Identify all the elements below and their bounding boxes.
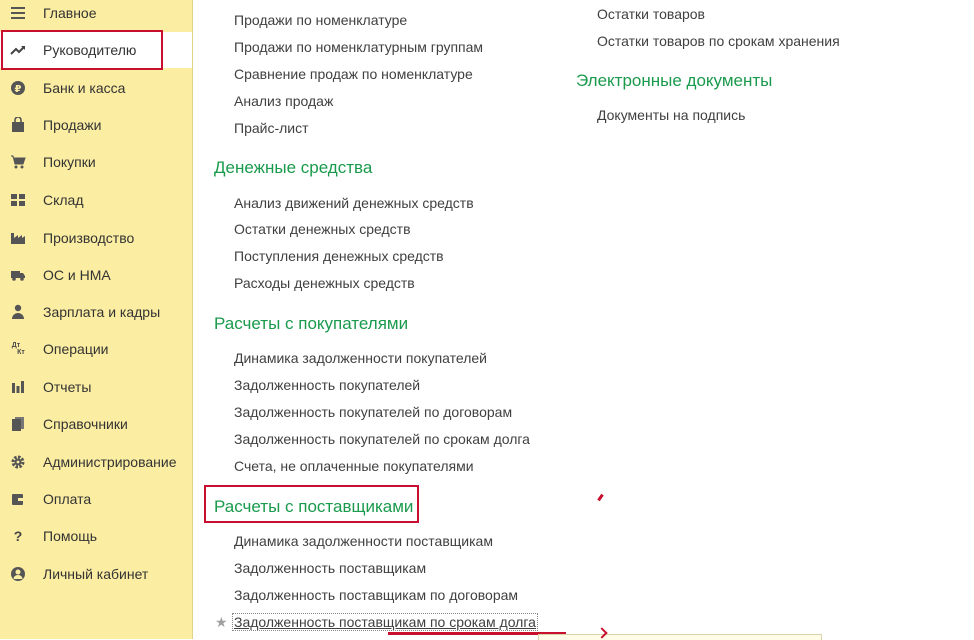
sidebar-item-sales[interactable]: Продажи	[0, 110, 192, 140]
report-link[interactable]: Анализ движений денежных средств	[234, 195, 474, 211]
report-link[interactable]: Расходы денежных средств	[234, 275, 415, 291]
sidebar-item-label: Справочники	[43, 416, 128, 432]
sidebar-item-help[interactable]: ? Помощь	[0, 521, 192, 551]
tooltip-edge	[538, 634, 822, 640]
user-circle-icon	[10, 566, 26, 582]
dt-kt-icon: Дт Кт	[11, 342, 25, 356]
report-link[interactable]: Остатки товаров по срокам хранения	[597, 33, 840, 49]
section-title-money: Денежные средства	[214, 158, 373, 177]
report-link[interactable]: Задолженность поставщикам по договорам	[234, 587, 518, 603]
report-link[interactable]: Динамика задолженности покупателей	[234, 350, 487, 366]
books-icon	[10, 416, 26, 432]
report-link[interactable]: Продажи по номенклатурным группам	[234, 39, 483, 55]
highlight-box-suppliers	[204, 485, 419, 523]
sidebar-item-directories[interactable]: Справочники	[0, 409, 192, 439]
person-icon	[10, 304, 26, 320]
main-content: Продажи по номенклатуре Продажи по номен…	[193, 0, 974, 640]
report-link[interactable]: Остатки товаров	[597, 6, 705, 22]
sidebar-item-payment[interactable]: Оплата	[0, 484, 192, 514]
report-link[interactable]: Остатки денежных средств	[234, 221, 411, 237]
star-icon[interactable]: ★	[215, 614, 228, 631]
sidebar-item-label: ОС и НМА	[43, 267, 111, 283]
sidebar-item-fixed-assets[interactable]: ОС и НМА	[0, 260, 192, 290]
report-link[interactable]: Сравнение продаж по номенклатуре	[234, 66, 473, 82]
report-link[interactable]: Задолженность поставщикам	[234, 560, 426, 576]
bar-chart-icon	[10, 379, 26, 395]
sidebar-item-reports[interactable]: Отчеты	[0, 372, 192, 402]
sidebar-item-label: Продажи	[43, 117, 102, 133]
sidebar-item-account[interactable]: Личный кабинет	[0, 559, 192, 589]
sidebar-item-label: Банк и касса	[43, 80, 126, 96]
report-link[interactable]: Продажи по номенклатуре	[234, 12, 407, 28]
sidebar-item-main[interactable]: Главное	[0, 0, 192, 28]
section-title-customers: Расчеты с покупателями	[214, 314, 409, 333]
report-link[interactable]: Поступления денежных средств	[234, 248, 444, 264]
truck-icon	[10, 267, 26, 283]
wallet-icon	[10, 491, 26, 507]
report-link[interactable]: Динамика задолженности поставщикам	[234, 533, 493, 549]
warehouse-icon	[10, 192, 26, 208]
gear-icon	[10, 454, 26, 470]
report-link[interactable]: Задолженность покупателей по договорам	[234, 404, 512, 420]
report-link[interactable]: Задолженность покупателей по срокам долг…	[234, 431, 530, 447]
sidebar-item-label: Зарплата и кадры	[43, 304, 161, 320]
sidebar-item-production[interactable]: Производство	[0, 223, 192, 253]
sidebar-item-administration[interactable]: Администрирование	[0, 447, 192, 477]
sidebar-item-salary[interactable]: Зарплата и кадры	[0, 297, 192, 327]
sidebar-item-label: Отчеты	[43, 379, 92, 395]
shopping-bag-icon	[10, 117, 26, 133]
sidebar-item-label: Главное	[43, 5, 97, 21]
sidebar-item-label: Склад	[43, 192, 84, 208]
sidebar-item-purchases[interactable]: Покупки	[0, 147, 192, 177]
red-mark	[597, 493, 604, 502]
sidebar-item-label: Оплата	[43, 491, 92, 507]
report-link[interactable]: Задолженность покупателей	[234, 377, 420, 393]
report-link-selected[interactable]: Задолженность поставщикам по срокам долг…	[232, 613, 538, 631]
menu-lines-icon	[10, 5, 26, 21]
sidebar-item-label: Производство	[43, 230, 135, 246]
report-link[interactable]: Прайс-лист	[234, 120, 309, 136]
ruble-coin-icon: ₽	[10, 80, 26, 96]
sidebar-item-label: Администрирование	[43, 454, 177, 470]
sidebar-item-warehouse[interactable]: Склад	[0, 185, 192, 215]
section-title-edocs: Электронные документы	[576, 71, 773, 90]
factory-icon	[10, 230, 26, 246]
sidebar-item-label: Помощь	[43, 528, 98, 544]
question-icon: ?	[13, 528, 23, 544]
svg-text:₽: ₽	[15, 84, 22, 95]
highlight-box-manager	[1, 30, 163, 70]
sidebar: Главное Руководителю ₽ Банк и касса Прод…	[0, 0, 193, 639]
cart-icon	[10, 154, 26, 170]
sidebar-item-label: Покупки	[43, 154, 96, 170]
sidebar-item-bank[interactable]: ₽ Банк и касса	[0, 73, 192, 103]
sidebar-item-label: Операции	[43, 341, 109, 357]
report-link[interactable]: Документы на подпись	[597, 107, 745, 123]
sidebar-item-label: Личный кабинет	[43, 566, 149, 582]
sidebar-item-operations[interactable]: Дт Кт Операции	[0, 334, 192, 364]
report-link[interactable]: Счета, не оплаченные покупателями	[234, 458, 474, 474]
report-link[interactable]: Анализ продаж	[234, 93, 333, 109]
